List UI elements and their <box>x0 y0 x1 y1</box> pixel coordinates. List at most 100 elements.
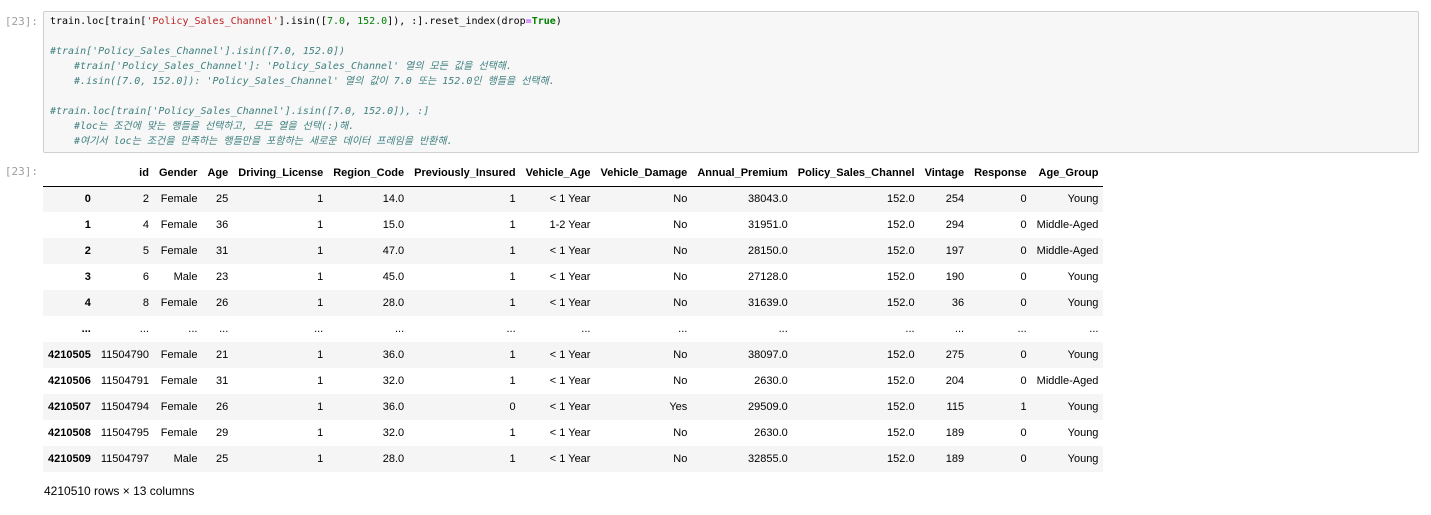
table-cell: 1 <box>317 427 324 439</box>
dataframe-body: 0 2 Female 25 1 14.0 1 < 1 Year No 38043.0 152.0 25… <box>43 186 1104 472</box>
table-cell: 0 <box>1020 219 1027 231</box>
column-header: Policy_Sales_Channel <box>792 160 920 187</box>
row-index: 0 <box>84 193 91 206</box>
table-cell: 27128.0 <box>748 271 788 283</box>
table-cell: 36.0 <box>382 401 405 413</box>
code-line: #여기서 loc는 조건을 만족하는 행들만을 포함하는 새로운 데이터 프레임… <box>50 134 562 149</box>
row-index: ... <box>81 323 91 335</box>
table-cell: 28.0 <box>382 297 405 309</box>
table-cell: Male <box>173 453 198 465</box>
table-cell: No <box>673 349 688 361</box>
table-cell: Female <box>160 219 198 231</box>
code-line: #.isin([7.0, 152.0]): 'Policy_Sales_Chan… <box>50 74 562 89</box>
code-token: ].isin([ <box>278 16 327 27</box>
table-cell: 152.0 <box>887 401 915 413</box>
table-cell: No <box>673 193 688 206</box>
table-cell: 26 <box>216 401 229 413</box>
table-cell: 152.0 <box>887 245 915 257</box>
table-cell: 204 <box>945 375 965 387</box>
table-cell: Male <box>173 271 198 283</box>
table-cell: Yes <box>669 401 688 413</box>
column-header: Region_Code <box>328 160 410 187</box>
table-row: 4 8 Female 26 1 28.0 1 < 1 Year No 31639.0 152.0 36… <box>43 290 1104 316</box>
column-header: Age <box>202 160 234 187</box>
code-token: #loc는 조건에 맞는 행들을 선택하고, 모든 열을 선택(:)해. <box>74 121 355 132</box>
row-index: 4210509 <box>48 453 91 465</box>
table-cell: 36 <box>216 219 229 231</box>
table-cell: < 1 Year <box>549 271 591 283</box>
table-cell: 31 <box>216 245 229 257</box>
table-cell: 6 <box>142 271 149 283</box>
column-header: Age_Group <box>1031 160 1104 187</box>
table-row: ........................................… <box>43 316 1104 342</box>
table-cell: 8 <box>142 297 149 309</box>
table-cell: ... <box>1089 323 1099 335</box>
code-token: 7.0 <box>326 16 346 27</box>
table-cell: 45.0 <box>382 271 405 283</box>
table-cell: Young <box>1067 453 1099 465</box>
table-cell: 1 <box>317 297 324 309</box>
table-cell: 152.0 <box>887 453 915 465</box>
column-header: Vehicle_Age <box>520 160 596 187</box>
table-cell: Young <box>1067 297 1099 309</box>
code-cell-editor[interactable]: train.loc[train['Policy_Sales_Channel'].… <box>43 11 1419 153</box>
table-cell: 1 <box>317 193 324 206</box>
table-cell: Female <box>160 297 198 309</box>
row-index: 4210505 <box>48 349 91 361</box>
table-cell: 25 <box>216 193 229 206</box>
row-index: 1 <box>84 219 91 231</box>
dataframe-header-row: id Gender Age Driving_License Region_Code Pre… <box>43 160 1104 187</box>
table-cell: 11504794 <box>100 401 149 413</box>
table-cell: 2630.0 <box>754 427 788 439</box>
table-cell: 1 <box>509 297 516 309</box>
table-cell: 26 <box>216 297 229 309</box>
table-cell: 152.0 <box>887 219 915 231</box>
table-cell: 5 <box>142 245 149 257</box>
table-row: 2 5 Female 31 1 47.0 1 < 1 Year No 28150.0 152.0 19… <box>43 238 1104 264</box>
code-token: True <box>531 16 556 27</box>
table-cell: 0 <box>1020 453 1027 465</box>
table-cell: ... <box>954 323 965 335</box>
table-cell: 189 <box>945 427 965 439</box>
table-row: 3 6 Male 23 1 45.0 1 < 1 Year No 27128.0 152.0 190 0… <box>43 264 1104 290</box>
table-row: 4210509 11504797 Male 25 1 28.0 1 < 1 Year No 328… <box>43 446 1104 472</box>
table-cell: 1 <box>317 271 324 283</box>
table-cell: No <box>673 245 688 257</box>
table-cell: 29 <box>216 427 229 439</box>
column-header: Vehicle_Damage <box>595 160 693 187</box>
code-token: #여기서 loc는 조건을 만족하는 행들만을 포함하는 새로운 데이터 프레임… <box>74 136 453 147</box>
table-cell: Female <box>160 245 198 257</box>
table-cell: 32.0 <box>382 427 405 439</box>
table-cell: No <box>673 271 688 283</box>
table-cell: 1 <box>1020 401 1027 413</box>
input-prompt: [23]: <box>4 15 38 28</box>
code-token: train.loc[train[ <box>50 16 147 27</box>
table-cell: 1 <box>509 375 516 387</box>
table-cell: 152.0 <box>887 271 915 283</box>
table-cell: 11504790 <box>100 349 149 361</box>
table-cell: ... <box>314 323 324 335</box>
output-prompt: [23]: <box>4 165 38 178</box>
table-cell: ... <box>678 323 688 335</box>
column-header: Driving_License <box>233 160 329 187</box>
table-cell: < 1 Year <box>549 349 591 361</box>
code-token: #train.loc[train['Policy_Sales_Channel']… <box>50 106 430 117</box>
code-token: #train['Policy_Sales_Channel']: 'Policy_… <box>74 61 513 72</box>
table-cell: 14.0 <box>382 193 405 206</box>
table-cell: 152.0 <box>887 193 915 206</box>
code-token: 'Policy_Sales_Channel' <box>146 16 279 27</box>
table-cell: 152.0 <box>887 349 915 361</box>
table-cell: 0 <box>1020 349 1027 361</box>
table-cell: 1 <box>509 193 516 206</box>
code-token: ]), :].reset_index(drop <box>387 16 526 27</box>
table-cell: 1 <box>509 245 516 257</box>
code-lines[interactable]: train.loc[train['Policy_Sales_Channel'].… <box>50 14 562 149</box>
table-cell: 11504791 <box>100 375 149 387</box>
row-index: 4210506 <box>48 375 91 387</box>
table-cell: 2630.0 <box>754 375 788 387</box>
table-cell: No <box>673 297 688 309</box>
table-cell: 36 <box>951 297 965 309</box>
table-cell: 1 <box>317 401 324 413</box>
table-cell: 25 <box>216 453 229 465</box>
dataframe-table: id Gender Age Driving_License Region_Code Pre… <box>43 160 1104 472</box>
